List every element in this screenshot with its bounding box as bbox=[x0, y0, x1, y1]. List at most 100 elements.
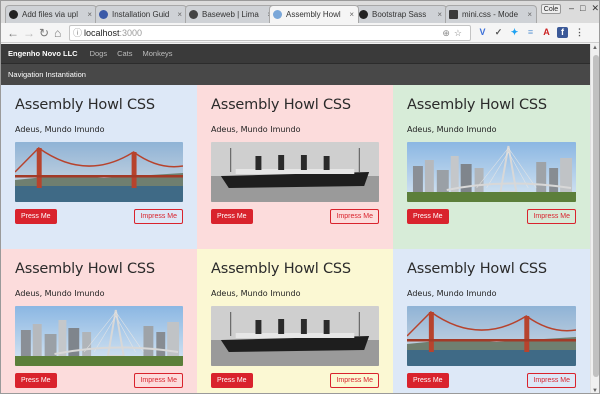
card-title: Assembly Howl CSS bbox=[211, 261, 351, 277]
card-text: Adeus, Mundo Imundo bbox=[15, 289, 105, 298]
browser-tab[interactable]: Bootstrap Sass × bbox=[355, 5, 447, 23]
content-card: Assembly Howl CSS Adeus, Mundo Imundo Pres… bbox=[393, 85, 590, 249]
site-brand[interactable]: Engenho Novo LLC bbox=[8, 49, 78, 58]
back-icon[interactable]: ← bbox=[7, 26, 19, 40]
nav-link-monkeys[interactable]: Monkeys bbox=[143, 49, 173, 58]
tab-label: Installation Guid bbox=[112, 10, 170, 19]
url-host: localhost bbox=[84, 28, 120, 38]
tab-label: Baseweb | Lima bbox=[202, 10, 259, 19]
biohazard-icon bbox=[189, 10, 198, 19]
reload-icon[interactable]: ↻ bbox=[39, 26, 49, 40]
content-card: Assembly Howl CSS Adeus, Mundo Imundo Pres… bbox=[197, 249, 393, 393]
browser-tab[interactable]: Installation Guid × bbox=[95, 5, 187, 23]
close-icon[interactable]: × bbox=[437, 10, 442, 19]
card-actions: Press Me Impress Me bbox=[407, 209, 576, 224]
card-grid: Assembly Howl CSS Adeus, Mundo Imundo Pres… bbox=[1, 85, 590, 393]
browser-tab-active[interactable]: Assembly Howl × bbox=[269, 5, 359, 23]
press-me-button[interactable]: Press Me bbox=[407, 209, 449, 224]
site-navbar: Engenho Novo LLC Dogs Cats Monkeys bbox=[1, 44, 590, 63]
impress-me-button[interactable]: Impress Me bbox=[527, 373, 576, 388]
content-card: Assembly Howl CSS Adeus, Mundo Imundo Pres… bbox=[197, 85, 393, 249]
forward-icon[interactable]: → bbox=[23, 26, 35, 40]
zoom-icon[interactable]: ⊕ bbox=[442, 28, 454, 38]
tab-label: Assembly Howl bbox=[286, 10, 341, 19]
browser-tab[interactable]: Add files via upl × bbox=[5, 5, 97, 23]
card-text: Adeus, Mundo Imundo bbox=[211, 289, 301, 298]
page-scrollbar[interactable]: ▲ ▼ bbox=[590, 44, 599, 393]
tab-label: mini.css - Mode bbox=[462, 10, 519, 19]
impress-me-button[interactable]: Impress Me bbox=[134, 373, 183, 388]
scrollbar-thumb[interactable] bbox=[593, 55, 599, 377]
extension-v-icon[interactable]: V bbox=[477, 27, 488, 38]
close-icon[interactable]: × bbox=[349, 10, 354, 19]
browser-toolbar: ← → ↻ ⌂ ⓘ localhost:3000 ⊕☆ V ✓ ✦ ≡ A f … bbox=[1, 23, 599, 43]
impress-me-button[interactable]: Impress Me bbox=[330, 209, 379, 224]
extension-a-icon[interactable]: A bbox=[541, 27, 552, 38]
scroll-up-icon[interactable]: ▲ bbox=[592, 45, 598, 51]
card-title: Assembly Howl CSS bbox=[211, 97, 351, 113]
close-window-icon[interactable]: ✕ bbox=[591, 3, 599, 14]
card-actions: Press Me Impress Me bbox=[407, 373, 576, 388]
window-controls: – □ ✕ bbox=[569, 3, 599, 14]
card-text: Adeus, Mundo Imundo bbox=[15, 125, 105, 134]
nav-link-dogs[interactable]: Dogs bbox=[90, 49, 108, 58]
close-icon[interactable]: × bbox=[87, 10, 92, 19]
golden-gate-bridge-photo bbox=[15, 142, 183, 202]
impress-me-button[interactable]: Impress Me bbox=[527, 209, 576, 224]
close-icon[interactable]: × bbox=[177, 10, 182, 19]
profile-chip[interactable]: Cole bbox=[541, 4, 561, 14]
twitter-icon[interactable]: ✦ bbox=[509, 27, 520, 38]
press-me-button[interactable]: Press Me bbox=[211, 373, 253, 388]
browser-tab[interactable]: Baseweb | Lima × bbox=[185, 5, 277, 23]
home-icon[interactable]: ⌂ bbox=[54, 26, 61, 40]
omnibox-actions: ⊕☆ bbox=[442, 26, 466, 40]
minimize-icon[interactable]: – bbox=[569, 3, 574, 14]
card-title: Assembly Howl CSS bbox=[15, 97, 155, 113]
content-card: Assembly Howl CSS Adeus, Mundo Imundo Pres… bbox=[1, 249, 197, 393]
github-icon bbox=[359, 10, 368, 19]
sub-navigation[interactable]: Navigation Instantiation bbox=[1, 63, 590, 85]
content-card: Assembly Howl CSS Adeus, Mundo Imundo Pres… bbox=[393, 249, 590, 393]
address-bar[interactable]: ⓘ localhost:3000 ⊕☆ bbox=[69, 25, 471, 41]
content-card: Assembly Howl CSS Adeus, Mundo Imundo Pres… bbox=[1, 85, 197, 249]
card-actions: Press Me Impress Me bbox=[15, 373, 183, 388]
scroll-down-icon[interactable]: ▼ bbox=[592, 388, 598, 393]
bookmark-star-icon[interactable]: ☆ bbox=[454, 28, 466, 38]
browser-window: Add files via upl × Installation Guid × … bbox=[0, 0, 600, 394]
titanic-ship-photo bbox=[211, 142, 379, 202]
close-icon[interactable]: × bbox=[527, 10, 532, 19]
github-icon bbox=[9, 10, 18, 19]
globe-icon bbox=[99, 10, 108, 19]
tab-label: Bootstrap Sass bbox=[372, 10, 427, 19]
extension-arrow-icon[interactable]: ✓ bbox=[493, 27, 504, 38]
city-skyline-bridge-photo bbox=[15, 306, 183, 366]
impress-me-button[interactable]: Impress Me bbox=[134, 209, 183, 224]
titanic-ship-photo bbox=[211, 306, 379, 366]
page-info-icon[interactable]: ⓘ bbox=[73, 26, 82, 40]
tab-label: Add files via upl bbox=[22, 10, 79, 19]
card-title: Assembly Howl CSS bbox=[407, 261, 547, 277]
url-port: :3000 bbox=[119, 28, 143, 38]
tab-strip: Add files via upl × Installation Guid × … bbox=[1, 1, 599, 23]
card-title: Assembly Howl CSS bbox=[407, 97, 547, 113]
city-skyline-bridge-photo bbox=[407, 142, 576, 202]
nav-link-cats[interactable]: Cats bbox=[117, 49, 132, 58]
press-me-button[interactable]: Press Me bbox=[211, 209, 253, 224]
extension-lines-icon[interactable]: ≡ bbox=[525, 27, 536, 38]
page-viewport: Engenho Novo LLC Dogs Cats Monkeys Navig… bbox=[1, 44, 590, 393]
maximize-icon[interactable]: □ bbox=[580, 3, 585, 14]
impress-me-button[interactable]: Impress Me bbox=[330, 373, 379, 388]
press-me-button[interactable]: Press Me bbox=[15, 209, 57, 224]
card-actions: Press Me Impress Me bbox=[211, 373, 379, 388]
facebook-icon[interactable]: f bbox=[557, 27, 568, 38]
press-me-button[interactable]: Press Me bbox=[15, 373, 57, 388]
golden-gate-bridge-photo bbox=[407, 306, 576, 366]
card-text: Adeus, Mundo Imundo bbox=[211, 125, 301, 134]
card-actions: Press Me Impress Me bbox=[211, 209, 379, 224]
card-actions: Press Me Impress Me bbox=[15, 209, 183, 224]
menu-kebab-icon[interactable]: ⋮ bbox=[574, 27, 585, 38]
press-me-button[interactable]: Press Me bbox=[407, 373, 449, 388]
browser-tab[interactable]: mini.css - Mode × bbox=[445, 5, 537, 23]
card-text: Adeus, Mundo Imundo bbox=[407, 125, 497, 134]
globe-icon bbox=[273, 10, 282, 19]
